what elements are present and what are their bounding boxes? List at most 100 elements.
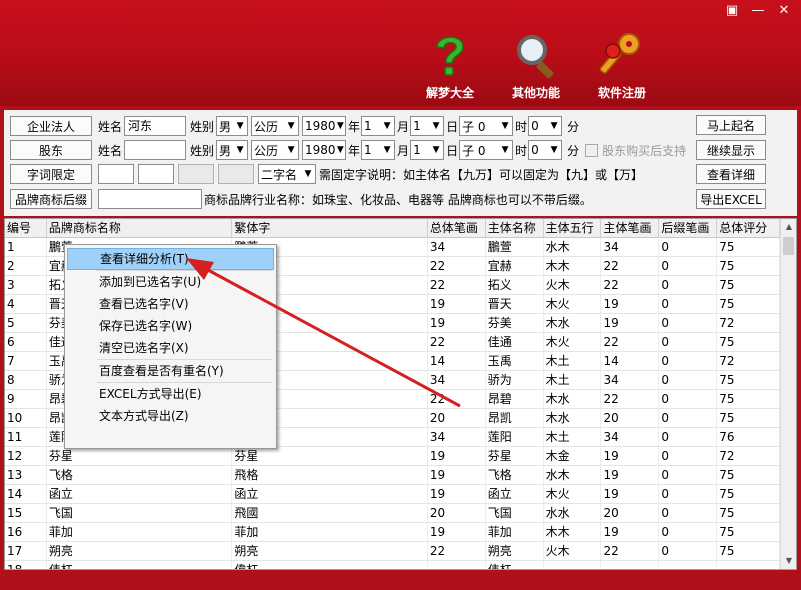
chevron-down-icon: ▼ [432, 145, 440, 155]
toolbar: 解梦大全 其他功能 软件注册 [421, 30, 651, 101]
shareholder-name-input[interactable] [124, 140, 187, 160]
table-cell: 75 [717, 485, 781, 503]
table-cell: 芬美 [486, 314, 544, 332]
name-length-select[interactable]: 二字名 ▼ [258, 164, 316, 184]
table-row[interactable]: 15 飞国 飛國 20 飞国 水水 20 0 75 [5, 504, 781, 523]
year-select[interactable]: 1980 ▼ [302, 116, 347, 136]
table-cell: 木土 [544, 428, 602, 446]
toolbar-dream-button[interactable]: 解梦大全 [421, 30, 479, 101]
column-header[interactable]: 后缀笔画 [659, 219, 718, 238]
column-header[interactable]: 总体笔画 [428, 219, 486, 238]
fixed-char-input-3[interactable] [178, 164, 214, 184]
calendar-select[interactable]: 公历 ▼ [251, 116, 300, 136]
row-word-limit: 字词限定 二字名 ▼ 需固定字说明：如主体名【九万】可以固定为【九】或【万】 [10, 163, 643, 185]
menu-item[interactable]: EXCEL方式导出(E) [67, 383, 274, 405]
table-row[interactable]: 16 菲加 菲加 19 菲加 木木 19 0 75 [5, 523, 781, 542]
menu-item[interactable]: 清空已选名字(X) [67, 337, 274, 359]
brand-suffix-input[interactable] [98, 189, 202, 209]
menu-item[interactable]: 查看详细分析(T) [67, 248, 274, 270]
generate-name-button[interactable]: 马上起名 [696, 115, 766, 135]
view-detail-button[interactable]: 查看详细 [696, 164, 766, 184]
shareholder-button[interactable]: 股东 [10, 140, 92, 160]
month-select[interactable]: 1 ▼ [361, 116, 396, 136]
hour-value: 子 0 [462, 143, 486, 158]
scroll-up-icon[interactable]: ▲ [781, 219, 796, 235]
table-row[interactable]: 12 芬星 芬星 19 芬星 木金 19 0 72 [5, 447, 781, 466]
gender-label: 姓别 [190, 143, 215, 158]
column-header[interactable]: 繁体字 [232, 219, 428, 238]
toolbar-label: 软件注册 [597, 86, 646, 100]
word-limit-button[interactable]: 字词限定 [10, 164, 92, 184]
chevron-down-icon: ▼ [287, 121, 295, 131]
table-row[interactable]: 18 伟杠 偉杠 伟杠 [5, 561, 781, 569]
table-cell: 0 [659, 523, 718, 541]
legal-person-button[interactable]: 企业法人 [10, 116, 92, 136]
brand-suffix-button[interactable]: 品牌商标后缀 [10, 189, 92, 209]
menu-item[interactable]: 查看已选名字(V) [67, 293, 274, 315]
input-form: 企业法人 姓名 河东 姓别 男 ▼ 公历 ▼ 1980 ▼ 年 1 ▼ 月 1 ▼ 日 子… [4, 110, 797, 216]
row-legal-person: 企业法人 姓名 河东 姓别 男 ▼ 公历 ▼ 1980 ▼ 年 1 ▼ 月 1 ▼ 日 子… [10, 115, 579, 137]
table-row[interactable]: 17 朔亮 朔亮 22 朔亮 火木 22 0 75 [5, 542, 781, 561]
toolbar-other-button[interactable]: 其他功能 [507, 30, 565, 101]
column-header[interactable]: 主体名称 [486, 219, 544, 238]
table-cell: 木土 [544, 352, 602, 370]
fixed-char-input-1[interactable] [98, 164, 134, 184]
year-select[interactable]: 1980 ▼ [302, 140, 347, 160]
table-cell: 75 [717, 409, 781, 427]
minute-select[interactable]: 0 ▼ [528, 116, 563, 136]
fixed-char-input-4[interactable] [218, 164, 254, 184]
column-header[interactable]: 编号 [5, 219, 47, 238]
table-cell: 19 [601, 295, 660, 313]
table-cell [717, 561, 781, 569]
shareholder-checkbox[interactable] [585, 143, 599, 157]
column-header[interactable]: 总体评分 [717, 219, 781, 238]
status-bar [0, 570, 801, 590]
chevron-down-icon: ▼ [550, 145, 558, 155]
close-icon[interactable]: ✕ [773, 3, 795, 19]
scroll-thumb[interactable] [783, 237, 794, 255]
restore-icon[interactable]: ▣ [721, 3, 743, 19]
vertical-scrollbar[interactable]: ▲ ▼ [780, 219, 796, 569]
day-unit: 日 [446, 143, 459, 158]
export-excel-button[interactable]: 导出EXCEL [696, 189, 766, 209]
table-cell: 9 [5, 390, 47, 408]
legal-name-input[interactable]: 河东 [124, 116, 187, 136]
calendar-select[interactable]: 公历 ▼ [251, 140, 300, 160]
hour-select[interactable]: 子 0 ▼ [459, 116, 514, 136]
hour-select[interactable]: 子 0 ▼ [459, 140, 514, 160]
gender-select[interactable]: 男 ▼ [216, 140, 249, 160]
menu-item[interactable]: 百度查看是否有重名(Y) [67, 360, 274, 382]
table-cell [544, 561, 602, 569]
menu-item[interactable]: 文本方式导出(Z) [67, 405, 274, 427]
table-cell: 芬星 [486, 447, 544, 465]
table-cell: 34 [428, 238, 486, 256]
menu-item[interactable]: 添加到已选名字(U) [67, 271, 274, 293]
table-cell: 19 [601, 523, 660, 541]
table-row[interactable]: 13 飞格 飛格 19 飞格 水木 19 0 75 [5, 466, 781, 485]
menu-item[interactable]: 保存已选名字(W) [67, 315, 274, 337]
table-cell: 34 [601, 371, 660, 389]
minute-select[interactable]: 0 ▼ [528, 140, 563, 160]
table-cell: 19 [428, 523, 486, 541]
table-cell: 0 [659, 390, 718, 408]
scroll-down-icon[interactable]: ▼ [781, 553, 796, 569]
continue-display-button[interactable]: 继续显示 [696, 140, 766, 160]
minimize-icon[interactable]: — [747, 3, 769, 19]
column-header[interactable]: 主体五行 [544, 219, 602, 238]
gender-select[interactable]: 男 ▼ [216, 116, 249, 136]
month-select[interactable]: 1 ▼ [361, 140, 396, 160]
table-cell: 7 [5, 352, 47, 370]
toolbar-register-button[interactable]: 软件注册 [593, 30, 651, 101]
table-cell [601, 561, 660, 569]
day-select[interactable]: 1 ▼ [410, 116, 445, 136]
table-cell: 函立 [232, 485, 428, 503]
column-header[interactable]: 主体笔画 [601, 219, 660, 238]
table-cell: 20 [601, 504, 660, 522]
table-cell: 0 [659, 238, 718, 256]
table-row[interactable]: 14 函立 函立 19 函立 木火 19 0 75 [5, 485, 781, 504]
column-header[interactable]: 品牌商标名称 [47, 219, 233, 238]
chevron-down-icon: ▼ [287, 145, 295, 155]
fixed-char-input-2[interactable] [138, 164, 174, 184]
day-select[interactable]: 1 ▼ [410, 140, 445, 160]
table-cell: 13 [5, 466, 47, 484]
